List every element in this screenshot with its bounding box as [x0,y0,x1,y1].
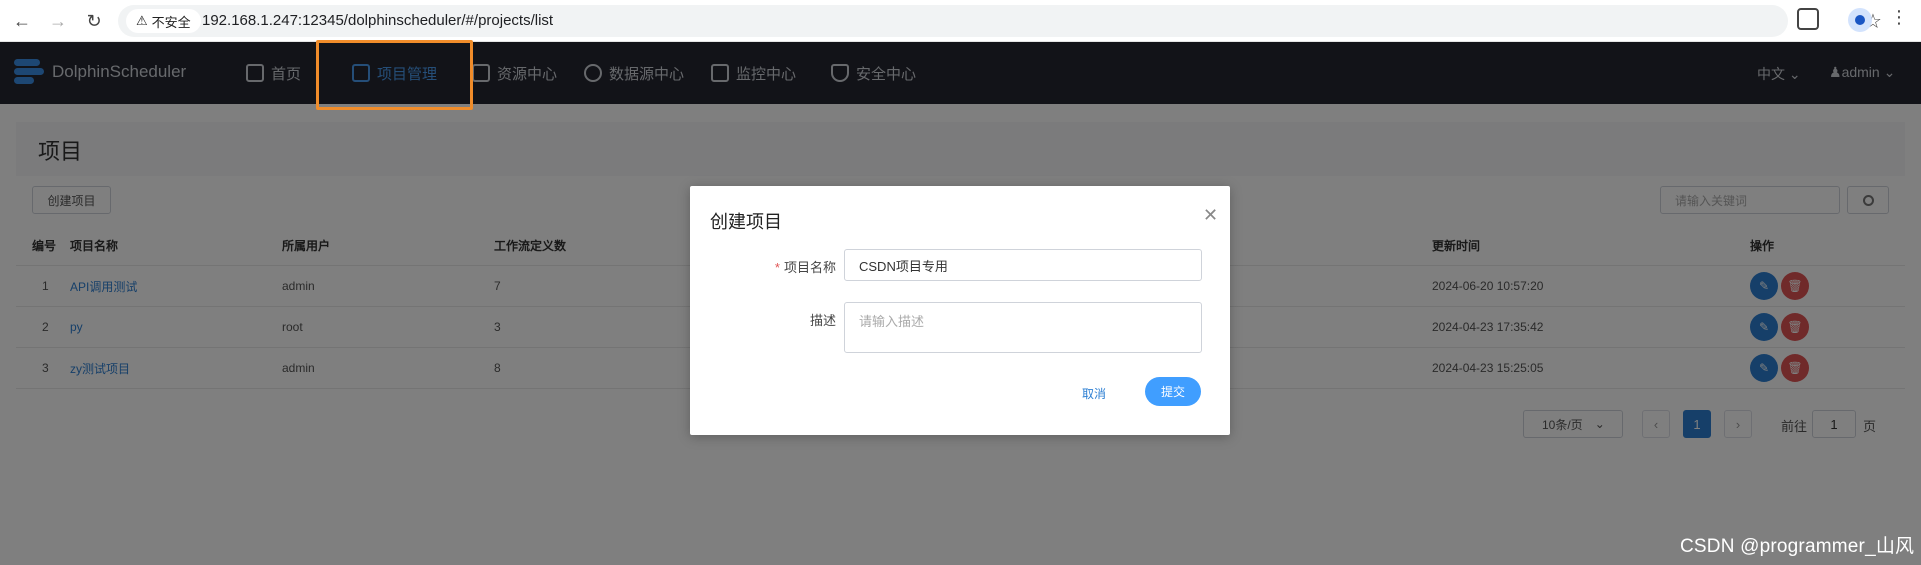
browser-toolbar: ← → ↻ ⚠ 不安全 192.168.1.247:12345/dolphins… [0,0,1921,42]
dialog-title: 创建项目 [710,212,782,232]
forward-icon[interactable]: → [46,9,70,33]
project-name-input[interactable]: CSDN项目专用 [844,249,1202,281]
back-icon[interactable]: ← [10,9,34,33]
address-bar[interactable]: ⚠ 不安全 192.168.1.247:12345/dolphinschedul… [118,5,1882,37]
create-project-dialog: 创建项目 ✕ * 项目名称 CSDN项目专用 描述 请输入描述 取消 提交 [690,186,1230,435]
security-chip[interactable]: ⚠ 不安全 [126,9,201,33]
close-icon[interactable]: ✕ [1203,206,1218,224]
url-text[interactable]: 192.168.1.247:12345/dolphinscheduler/#/p… [202,12,553,29]
profile-avatar-icon[interactable] [1848,8,1872,32]
description-textarea[interactable]: 请输入描述 [844,302,1202,353]
cancel-button[interactable]: 取消 [1082,385,1106,402]
description-label: 描述 [809,313,836,328]
project-name-label: * 项目名称 [716,257,836,276]
reload-icon[interactable]: ↻ [82,9,106,33]
watermark: CSDN @programmer_山风 [1680,536,1915,557]
annotation-highlight-box [316,40,473,110]
project-name-label-text: 项目名称 [783,260,836,275]
extensions-icon[interactable] [1797,8,1819,30]
insecure-label: 不安全 [151,14,191,30]
warning-icon: ⚠ [136,13,148,28]
submit-button[interactable]: 提交 [1145,377,1201,406]
browser-menu-icon[interactable]: ⋮ [1890,8,1908,26]
required-mark: * [774,260,780,275]
